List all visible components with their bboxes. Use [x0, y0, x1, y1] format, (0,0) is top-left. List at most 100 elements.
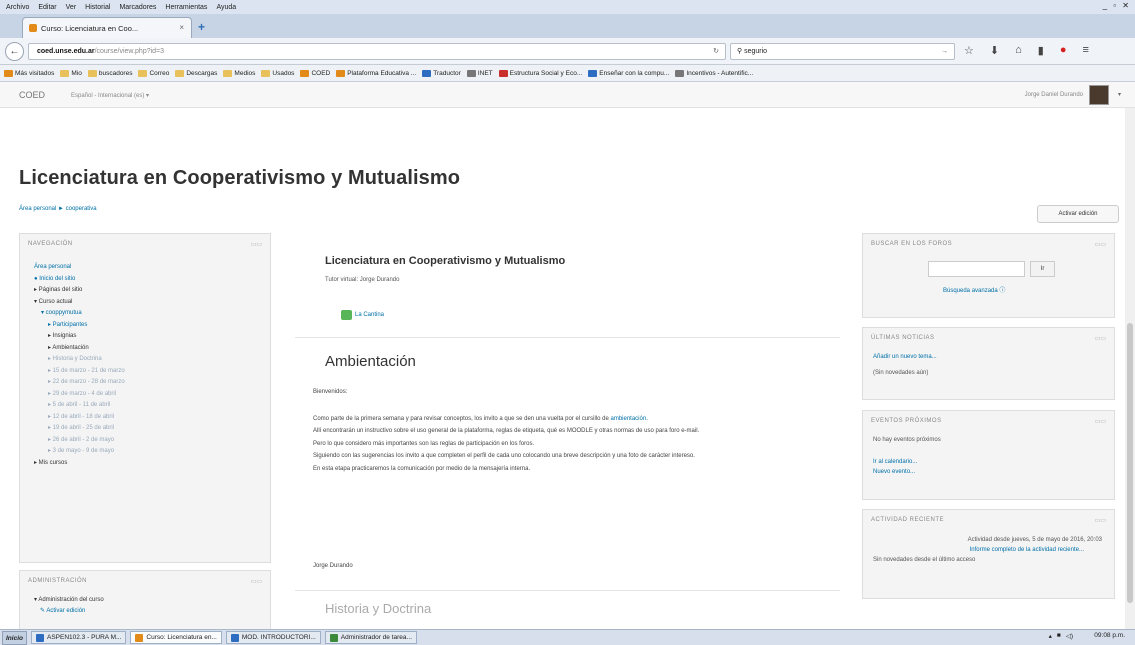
activity-report-link[interactable]: Informe completo de la actividad recient… — [863, 547, 1116, 553]
turn-editing-on-button[interactable]: Activar edición — [1037, 205, 1119, 223]
bookmark-item[interactable]: Usados — [261, 69, 294, 77]
forum-search-button[interactable]: Ir — [1030, 261, 1055, 277]
block-controls-icon[interactable]: ▭▭ — [1095, 418, 1106, 425]
nav-tree-item[interactable]: ▸ 12 de abril - 18 de abril — [34, 412, 125, 424]
menu-icon[interactable]: ≡ — [1082, 44, 1088, 57]
nav-tree-item[interactable]: ▸ Ambientación — [34, 343, 125, 355]
new-tab-icon[interactable]: + — [198, 20, 205, 34]
nav-tree-item[interactable]: ▸ 3 de mayo - 9 de mayo — [34, 446, 125, 458]
no-events-text: No hay eventos próximos — [873, 437, 941, 443]
nav-tree-item[interactable]: ▾ cooppymutua — [34, 308, 125, 320]
paragraph-2: Allí encontrarán un instructivo sobre el… — [313, 428, 700, 434]
admin-tree-item[interactable]: ✎ Activar edición — [34, 606, 104, 617]
nav-tree-item[interactable]: ▸ 29 de marzo - 4 de abril — [34, 389, 125, 401]
volume-icon[interactable]: ◁) — [1066, 632, 1073, 640]
bookmark-item[interactable]: Estructura Social y Eco... — [498, 69, 582, 77]
url-bar[interactable]: coed.unse.edu.ar/course/view.php?id=3 ↻ — [28, 43, 726, 60]
bookmark-item[interactable]: Más visitados — [4, 69, 54, 77]
bookmark-item[interactable]: buscadores — [87, 69, 132, 77]
tutor-line: Tutor virtual: Jorge Durando — [325, 277, 400, 283]
nav-tree-item[interactable]: ▸ Historia y Doctrina — [34, 354, 125, 366]
bookmark-star-icon[interactable]: ☆ — [964, 44, 974, 57]
app-icon — [329, 633, 338, 642]
nav-tree-item[interactable]: ● Inicio del sitio — [34, 274, 125, 286]
block-controls-icon[interactable]: ▭▭ — [1095, 241, 1106, 248]
menu-item[interactable]: Archivo — [6, 4, 29, 11]
bookmark-item[interactable]: Plataforma Educativa ... — [336, 69, 416, 77]
taskbar-item[interactable]: Administrador de tarea... — [324, 631, 417, 644]
menu-item[interactable]: Ayuda — [216, 4, 236, 11]
browser-search-input[interactable]: ⚲ segurio → — [730, 43, 955, 60]
back-arrow-icon[interactable]: ← — [5, 42, 24, 61]
ambientacion-link[interactable]: ambientación — [611, 416, 647, 422]
nav-tree-item[interactable]: ▸ 22 de marzo - 28 de marzo — [34, 377, 125, 389]
home-icon[interactable]: ⌂ — [1015, 44, 1022, 57]
bookmark-item[interactable]: Medios — [223, 69, 255, 77]
bookmark-label: Traductor — [433, 69, 461, 77]
events-title: EVENTOS PRÓXIMOS — [871, 418, 942, 424]
add-topic-link[interactable]: Añadir un nuevo tema... — [873, 354, 937, 360]
user-name[interactable]: Jorge Daniel Durando — [1025, 92, 1083, 98]
bookmark-item[interactable]: Descargas — [175, 69, 217, 77]
search-go-icon[interactable]: → — [941, 44, 948, 59]
nav-tree-item[interactable]: Área personal — [34, 262, 125, 274]
bookmark-item[interactable]: Correo — [138, 69, 169, 77]
nav-tree-item[interactable]: ▸ 26 de abril - 2 de mayo — [34, 435, 125, 447]
close-tab-icon[interactable]: × — [179, 23, 184, 32]
menu-item[interactable]: Editar — [38, 4, 56, 11]
reload-icon[interactable]: ↻ — [713, 44, 719, 59]
block-controls-icon[interactable]: ▭▭ — [1095, 517, 1106, 524]
nav-tree-item[interactable]: ▸ Páginas del sitio — [34, 285, 125, 297]
download-icon[interactable]: ⬇ — [990, 44, 999, 57]
network-icon[interactable]: ■ — [1057, 632, 1061, 640]
nav-tree-item[interactable]: ▸ Insignias — [34, 331, 125, 343]
bookmark-folder-icon — [588, 69, 598, 77]
nav-tree-item[interactable]: ▸ 5 de abril - 11 de abril — [34, 400, 125, 412]
block-controls-icon[interactable]: ▭▭ — [251, 578, 262, 585]
start-button[interactable]: Inicio — [2, 630, 27, 645]
bookmark-item[interactable]: Traductor — [422, 69, 461, 77]
chevron-down-icon[interactable]: ▾ — [1118, 91, 1121, 98]
advanced-search-link[interactable]: Búsqueda avanzada ⓘ — [943, 285, 1005, 294]
bookmark-folder-icon — [466, 69, 476, 77]
admin-tree-item[interactable]: ▾ Administración del curso — [34, 595, 104, 606]
new-event-link[interactable]: Nuevo evento... — [873, 469, 915, 475]
calendar-link[interactable]: Ir al calendario... — [873, 459, 917, 465]
tray-arrow-icon[interactable]: ▴ — [1049, 632, 1052, 640]
site-brand[interactable]: COED — [19, 90, 45, 100]
nav-tree-item[interactable]: ▸ 19 de abril - 25 de abril — [34, 423, 125, 435]
menu-item[interactable]: Marcadores — [119, 4, 156, 11]
toolbar-icon[interactable]: ▮ — [1038, 44, 1044, 57]
forum-search-input[interactable] — [928, 261, 1025, 277]
block-controls-icon[interactable]: ▭▭ — [251, 241, 262, 248]
block-controls-icon[interactable]: ▭▭ — [1095, 335, 1106, 342]
administration-block-title: ADMINISTRACIÓN — [28, 578, 88, 584]
nav-tree-item[interactable]: ▸ Mis cursos — [34, 458, 125, 470]
page-scrollbar[interactable] — [1125, 108, 1135, 629]
window-controls[interactable]: _ ▫ ✕ — [1103, 1, 1131, 10]
bookmark-item[interactable]: Incentivos - Autentific... — [675, 69, 753, 77]
adblock-icon[interactable]: ● — [1060, 44, 1067, 57]
forum-link[interactable]: La Cantina — [341, 310, 384, 320]
language-menu[interactable]: Español - Internacional (es) ▾ — [71, 92, 149, 99]
avatar[interactable] — [1089, 85, 1109, 105]
breadcrumb[interactable]: Área personal ► cooperativa — [19, 206, 97, 212]
help-icon[interactable]: ⓘ — [999, 288, 1005, 294]
upcoming-events-block: EVENTOS PRÓXIMOS ▭▭ No hay eventos próxi… — [862, 410, 1115, 500]
menu-item[interactable]: Herramientas — [165, 4, 207, 11]
taskbar-item[interactable]: MOD. INTRODUCTORI... — [225, 631, 321, 644]
menu-item[interactable]: Historial — [85, 4, 110, 11]
nav-tree-item[interactable]: ▾ Curso actual — [34, 297, 125, 309]
section-title: Ambientación — [325, 353, 416, 370]
nav-tree-item[interactable]: ▸ Participantes — [34, 320, 125, 332]
taskbar-item[interactable]: Curso: Licenciatura en... — [130, 631, 222, 644]
scrollbar-thumb[interactable] — [1127, 323, 1133, 603]
nav-tree-item[interactable]: ▸ 15 de marzo - 21 de marzo — [34, 366, 125, 378]
bookmark-item[interactable]: Mio — [60, 69, 82, 77]
bookmark-item[interactable]: INET — [466, 69, 493, 77]
taskbar-item[interactable]: ASPEN102.3 - PURA M... — [30, 631, 127, 644]
bookmark-item[interactable]: Enseñar con la compu... — [588, 69, 669, 77]
browser-tab[interactable]: Curso: Licenciatura en Coo... × — [22, 17, 192, 38]
bookmark-item[interactable]: COED — [300, 69, 330, 77]
menu-item[interactable]: Ver — [66, 4, 77, 11]
